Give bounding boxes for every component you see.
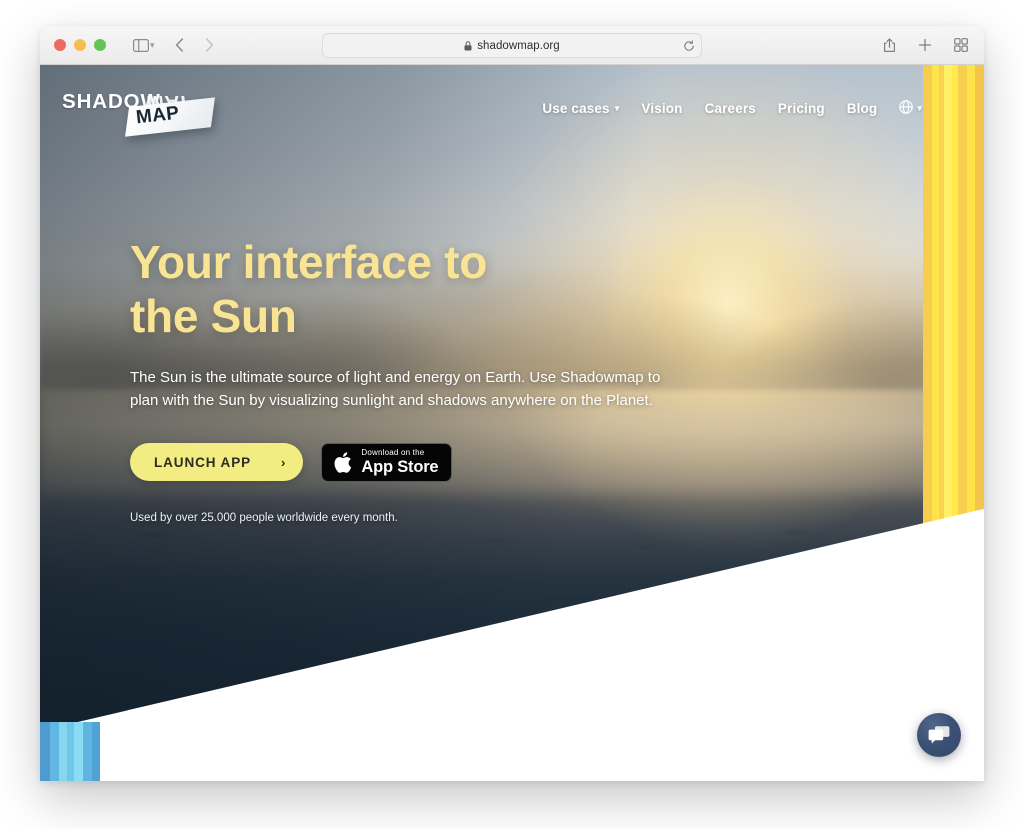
- app-store-text: Download on the App Store: [361, 449, 438, 476]
- tab-overview-icon[interactable]: [948, 32, 974, 58]
- stripe-5: [83, 722, 92, 781]
- forward-button[interactable]: [197, 32, 223, 58]
- lock-icon: [464, 40, 472, 51]
- chevron-down-icon: ▾: [917, 102, 922, 113]
- launch-app-button[interactable]: LAUNCH APP ›: [130, 443, 304, 482]
- app-store-name: App Store: [361, 458, 439, 477]
- browser-window: ▾ shadowmap.org SHADOW MAP Use cases ▾ V…: [40, 26, 984, 781]
- maximize-window-button[interactable]: [94, 39, 106, 51]
- browser-toolbar: ▾ shadowmap.org: [40, 26, 984, 65]
- page-viewport: SHADOW MAP MAP Use cases ▾ Vision Career…: [40, 65, 984, 781]
- chevron-right-icon: ›: [281, 454, 286, 470]
- chevron-down-icon[interactable]: ▾: [150, 40, 155, 51]
- blue-stripe-decoration: [40, 722, 100, 781]
- hero-content: Your interface to the Sun The Sun is the…: [130, 235, 730, 524]
- stripe-4: [74, 722, 83, 781]
- stripe-2: [59, 722, 67, 781]
- hero-cta-group: LAUNCH APP › Download on the App Store: [130, 442, 730, 482]
- back-button[interactable]: [167, 32, 193, 58]
- stripe-6: [92, 722, 100, 781]
- nav-label: Use cases: [542, 100, 610, 116]
- reload-icon[interactable]: [683, 39, 695, 52]
- stripe-0: [40, 722, 50, 781]
- app-store-badge[interactable]: Download on the App Store: [321, 442, 453, 482]
- hero-title: Your interface to the Sun: [130, 236, 487, 343]
- url-text: shadowmap.org: [477, 39, 560, 52]
- globe-icon: [899, 99, 914, 117]
- chat-widget-button[interactable]: [917, 713, 961, 757]
- stripe-3: [67, 722, 74, 781]
- sidebar-toolbar-group: ▾: [128, 32, 155, 58]
- hero-subtitle: The Sun is the ultimate source of light …: [130, 368, 661, 410]
- chevron-down-icon: ▾: [614, 102, 620, 113]
- nav-item-vision[interactable]: Vision: [641, 101, 682, 116]
- nav-item-use-cases[interactable]: Use cases ▾: [542, 101, 619, 116]
- site-header: SHADOW MAP MAP Use cases ▾ Vision Career…: [40, 65, 984, 151]
- share-icon[interactable]: [876, 32, 902, 58]
- navigation-buttons: [167, 32, 223, 58]
- toolbar-right-group: [876, 32, 974, 58]
- close-window-button[interactable]: [54, 39, 66, 51]
- address-bar[interactable]: shadowmap.org: [322, 33, 702, 58]
- stripe-1: [50, 722, 59, 781]
- app-store-kicker: Download on the: [361, 448, 425, 458]
- nav-item-careers[interactable]: Careers: [705, 101, 756, 116]
- launch-app-label: LAUNCH APP: [154, 454, 252, 470]
- window-controls: [54, 39, 106, 51]
- social-proof-text: Used by over 25.000 people worldwide eve…: [130, 511, 398, 524]
- nav-item-pricing[interactable]: Pricing: [778, 101, 825, 116]
- new-tab-icon[interactable]: [912, 32, 938, 58]
- chat-bubble-icon: [927, 724, 951, 746]
- language-selector[interactable]: ▾: [899, 99, 922, 117]
- main-navigation: Use cases ▾ Vision Careers Pricing Blog: [542, 99, 922, 117]
- shadowmap-logo[interactable]: SHADOW MAP MAP: [62, 77, 242, 139]
- minimize-window-button[interactable]: [74, 39, 86, 51]
- nav-item-blog[interactable]: Blog: [847, 101, 878, 116]
- apple-logo-icon: [333, 451, 352, 474]
